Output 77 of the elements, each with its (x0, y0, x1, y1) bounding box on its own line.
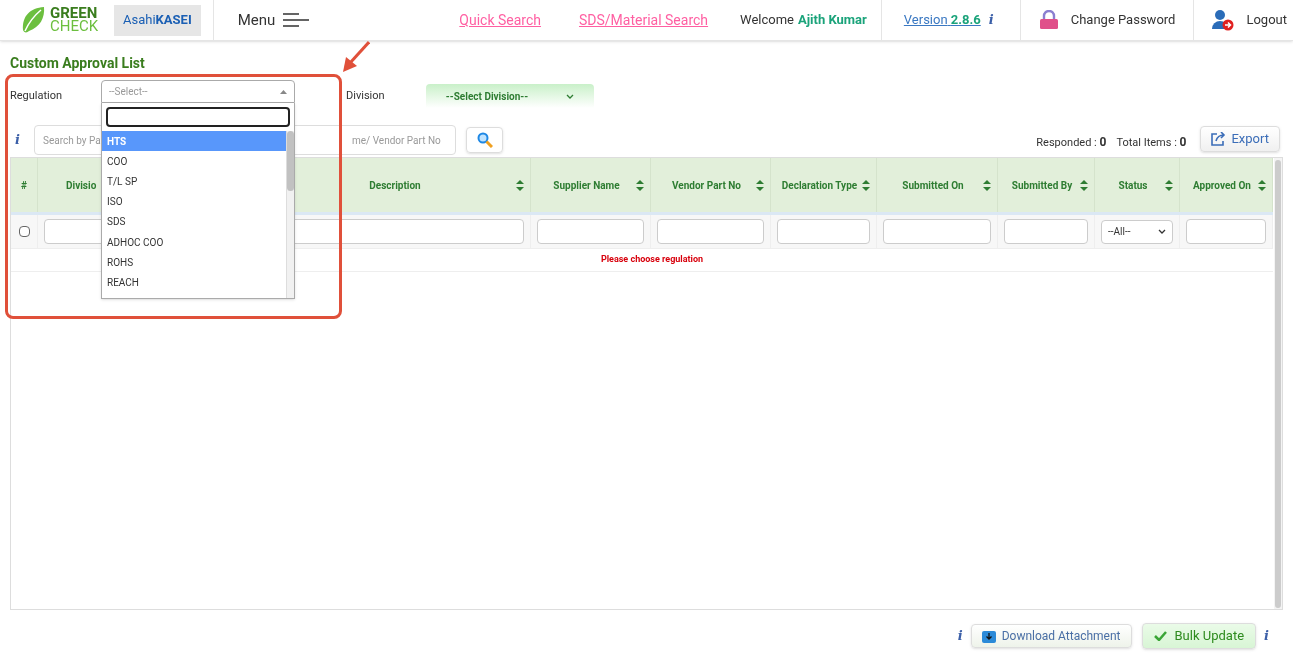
column-header[interactable]: Description (369, 177, 421, 193)
division-select[interactable]: --Select Division-- (426, 84, 594, 108)
lock-icon[interactable] (1038, 10, 1059, 30)
partner-logo: AsahiKASEI (114, 4, 201, 36)
column-header[interactable]: Submitted On (902, 177, 964, 193)
chevron-down-icon (566, 93, 575, 99)
sort-icon[interactable] (1165, 179, 1173, 191)
brand-name-bottom: CHECK (50, 20, 99, 33)
annotation-arrow (342, 41, 370, 73)
scrollbar[interactable] (1274, 158, 1282, 609)
sort-icon[interactable] (983, 179, 991, 191)
division-label: Division (346, 87, 386, 104)
page-title: Custom Approval List (10, 54, 145, 73)
select-all-checkbox[interactable] (18, 226, 30, 237)
caret-up-icon (280, 89, 287, 94)
column-header[interactable]: Status (1118, 177, 1148, 193)
dropdown-option[interactable]: ISO (102, 191, 286, 212)
column-header[interactable]: Vendor Part No (672, 177, 741, 193)
column-header: Divisio (66, 178, 97, 193)
export-icon (1211, 132, 1228, 146)
search-placeholder-start: Search by Pa (42, 133, 102, 148)
dropdown-option[interactable]: REACH (102, 272, 286, 293)
responded-count: Responded : 0 (1036, 133, 1107, 151)
sort-icon[interactable] (862, 179, 870, 191)
sort-icon[interactable] (516, 179, 524, 191)
export-button[interactable]: Export (1200, 126, 1280, 152)
menu-label[interactable]: Menu (237, 8, 276, 32)
sds-material-search-link[interactable]: SDS/Material Search (579, 9, 709, 31)
logout-link[interactable]: Logout (1246, 10, 1287, 30)
dropdown-option[interactable]: ROHS (102, 252, 286, 273)
regulation-select[interactable]: --Select-- (101, 80, 295, 103)
version-link[interactable]: Version 2.8.6 (903, 10, 981, 30)
welcome-text: Welcome (740, 11, 794, 30)
sort-icon[interactable] (756, 179, 764, 191)
column-header[interactable]: Approved On (1193, 177, 1251, 193)
validation-message: Please choose regulation (600, 253, 704, 267)
dropdown-scrollbar[interactable] (286, 131, 294, 298)
user-name: Ajith Kumar (797, 11, 867, 30)
dropdown-search-field[interactable] (106, 107, 290, 127)
column-header: # (21, 178, 27, 193)
status-filter-select[interactable]: --All-- (1101, 219, 1173, 244)
column-filter-field[interactable] (1186, 219, 1266, 244)
leaf-logo-icon (20, 6, 46, 34)
search-placeholder-end: me/ Vendor Part No (352, 133, 441, 148)
change-password-link[interactable]: Change Password (1070, 10, 1176, 30)
column-filter-field[interactable] (1004, 219, 1088, 244)
search-icon (476, 132, 493, 148)
column-filter-field[interactable] (777, 219, 870, 244)
column-filter-field[interactable] (657, 219, 764, 244)
column-filter-field[interactable] (883, 219, 991, 244)
search-button[interactable] (466, 127, 503, 153)
column-header[interactable]: Submitted By (1011, 177, 1073, 193)
column-header[interactable]: Supplier Name (553, 177, 620, 193)
info-icon[interactable]: i (15, 132, 20, 147)
check-icon (1153, 631, 1167, 641)
quick-search-link[interactable]: Quick Search (459, 9, 541, 31)
regulation-label: Regulation (10, 87, 64, 104)
download-icon (981, 629, 996, 643)
sort-icon[interactable] (1080, 179, 1088, 191)
column-header[interactable]: Declaration Type (781, 177, 858, 193)
bulk-update-button[interactable]: Bulk Update (1141, 623, 1257, 649)
download-attachment-button[interactable]: Download Attachment (970, 624, 1132, 648)
dropdown-option[interactable]: ADHOC COO (102, 231, 286, 253)
dropdown-option[interactable]: T/L SP (102, 171, 286, 192)
info-icon[interactable]: i (988, 10, 994, 30)
dropdown-option[interactable]: SDS (102, 211, 286, 232)
column-filter-field[interactable] (537, 219, 644, 244)
user-logout-icon[interactable] (1212, 9, 1235, 31)
info-icon[interactable]: i (1264, 626, 1269, 646)
menu-icon[interactable] (283, 13, 310, 27)
sort-icon[interactable] (636, 179, 644, 191)
sort-icon[interactable] (1258, 179, 1266, 191)
chevron-down-icon (1158, 229, 1166, 234)
dropdown-option[interactable]: HTS (102, 131, 286, 152)
total-items-count: Total Items : 0 (1116, 133, 1187, 151)
brand-name-top: GREEN (50, 7, 99, 20)
info-icon[interactable]: i (957, 626, 963, 646)
